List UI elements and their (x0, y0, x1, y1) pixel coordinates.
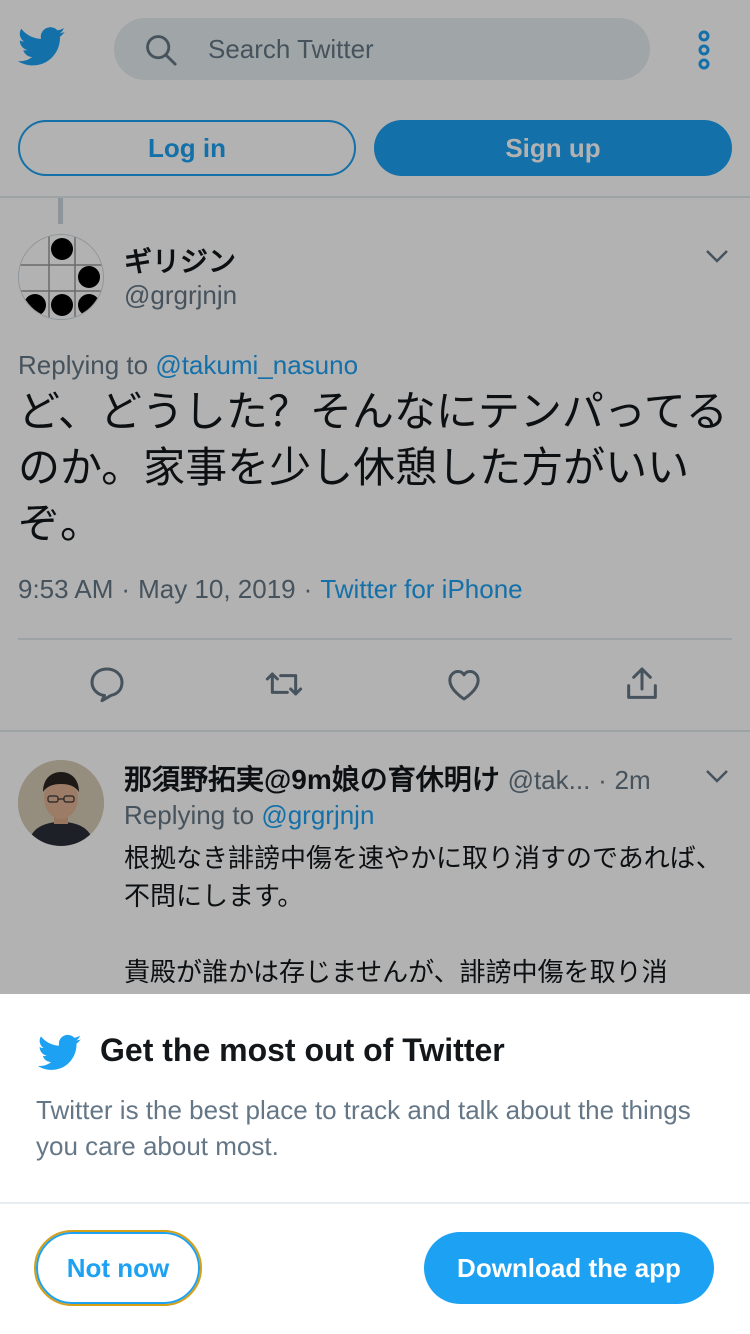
download-app-button[interactable]: Download the app (424, 1232, 714, 1304)
not-now-button[interactable]: Not now (34, 1230, 202, 1306)
sheet-title: Get the most out of Twitter (100, 1032, 505, 1068)
modal-backdrop[interactable] (0, 0, 750, 994)
sheet-description: Twitter is the best place to track and t… (36, 1095, 691, 1161)
app-promo-sheet: Get the most out of Twitter Twitter is t… (0, 994, 750, 1334)
twitter-logo-icon (38, 1034, 82, 1070)
divider (0, 1202, 750, 1204)
